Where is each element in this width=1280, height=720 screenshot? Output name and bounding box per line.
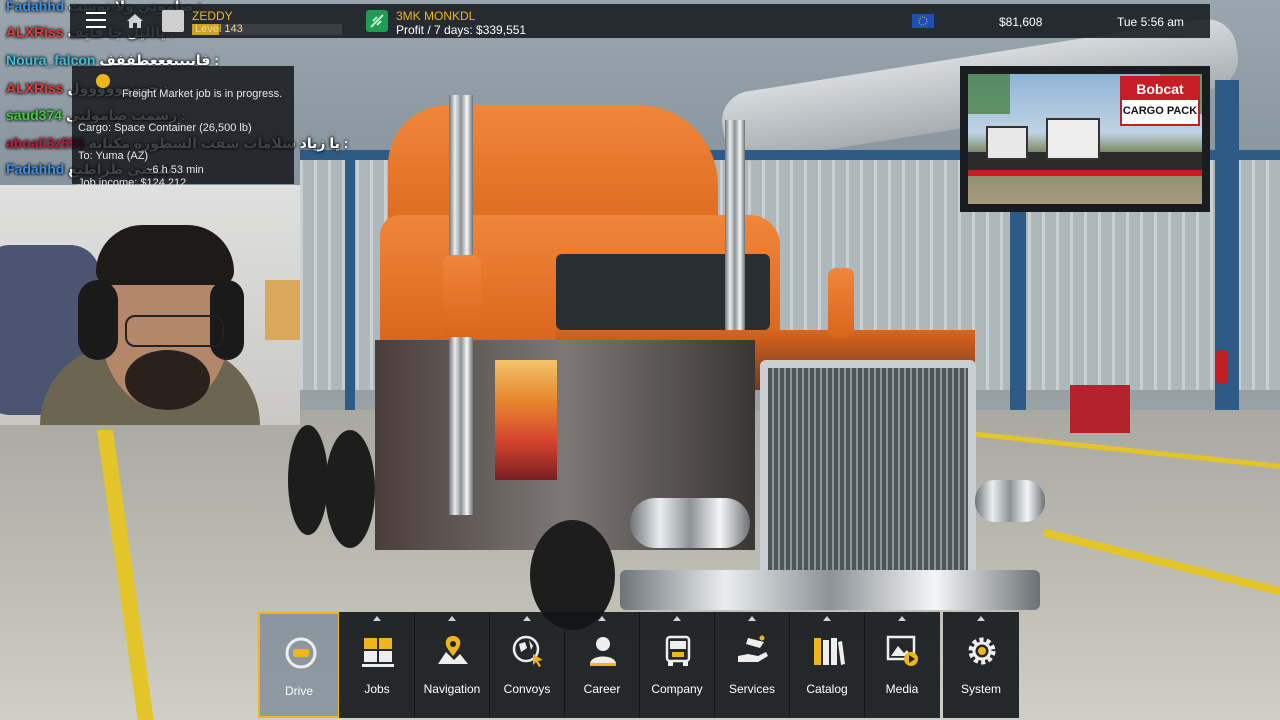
company-name: 3MK MONKDL [396,9,476,23]
map-pin-icon [436,634,470,668]
game-time: Tue 5:56 am [1117,15,1184,29]
truck-grille [760,360,976,596]
dock-item-label: Convoys [503,682,551,696]
rear-tire [288,425,328,535]
dock-item-label: Catalog [806,682,848,696]
main-menu-dock: Drive Jobs Navigation Convoys Career Company S… [258,612,1019,718]
company-logo-icon[interactable] [366,10,388,32]
job-cargo: Cargo: Space Container (26,500 lb) [78,122,252,134]
player-name: ZEDDY [192,9,233,23]
dock-item-label: Drive [284,684,313,698]
hamburger-menu-icon[interactable] [86,12,106,28]
job-status-icon [96,74,110,88]
headlight [630,498,750,548]
dock-item-label: Media [885,682,919,696]
truck-bumper [620,570,1040,610]
dock-item-drive[interactable]: Drive [258,612,340,718]
ad-subtitle: CARGO PACK [1122,105,1198,117]
catalog-books-icon [811,634,845,668]
chat-username: saud374 [6,107,63,123]
side-mirror [443,255,481,337]
player-level: Level 143 [195,23,243,35]
money-balance: $81,608 [999,15,1043,29]
job-eta: ~6 h 53 min [146,164,204,176]
dock-item-media[interactable]: Media [864,612,940,718]
chevron-up-icon [823,616,831,621]
chat-username: Fadahhd [6,0,65,14]
truck-front-icon [661,634,695,668]
webcam-overlay [0,185,300,425]
tool-cabinet [1070,385,1130,433]
beard [125,350,210,410]
rear-tire [325,430,375,548]
dock-item-jobs[interactable]: Jobs [339,612,415,718]
chat-username: ALXRiss [6,24,64,40]
chevron-up-icon [373,616,381,621]
background-shelf [265,280,300,340]
dock-item-services[interactable]: Services [714,612,790,718]
headphones [78,280,118,360]
bobcat-loader [1046,118,1100,160]
ad-brand: Bobcat [1122,78,1198,100]
player-avatar[interactable] [162,10,184,32]
chevron-up-icon [523,616,531,621]
dock-item-label: Navigation [423,682,481,696]
chevron-up-icon [598,616,606,621]
job-destination: To: Yuma (AZ) [78,150,149,162]
dock-item-label: Services [728,682,775,696]
steering-wheel-icon [284,636,318,670]
cargo-boxes-icon [361,634,395,668]
chat-username: Fadahhd [6,161,65,177]
gear-icon [965,634,999,668]
headlight [975,480,1045,522]
job-income: Job income: $124,212 [78,177,187,189]
sunset-decal [495,360,557,480]
globe-convoy-icon [511,634,545,668]
bobcat-loader [986,126,1028,160]
cargo-pack-ad[interactable]: Bobcat CARGO PACK [960,66,1210,212]
job-status: Freight Market job is in progress. [122,88,283,100]
chevron-up-icon [673,616,681,621]
steel-column [345,150,355,410]
side-mirror [828,268,854,338]
fire-extinguisher [1216,350,1228,384]
chevron-up-icon [448,616,456,621]
exhaust-stack [725,120,745,330]
dock-item-catalog[interactable]: Catalog [789,612,865,718]
company-profit: Profit / 7 days: $339,551 [396,23,527,37]
chevron-up-icon [748,616,756,621]
dock-item-convoys[interactable]: Convoys [489,612,565,718]
dock-item-label: System [960,682,1001,696]
dock-item-label: Career [583,682,621,696]
dock-item-navigation[interactable]: Navigation [414,612,490,718]
top-status-bar: ZEDDY Level 143 3MK MONKDL Profit / 7 da… [70,4,1210,38]
dock-item-company[interactable]: Company [639,612,715,718]
dock-item-system[interactable]: System [943,612,1019,718]
streamer-hair [96,225,234,285]
dock-item-label: Company [651,682,703,696]
dock-item-career[interactable]: Career [564,612,640,718]
eu-flag-icon [912,14,934,28]
media-icon [886,634,920,668]
glasses [125,315,224,347]
chevron-up-icon [977,616,985,621]
job-info-panel: Freight Market job is in progress. Cargo… [72,66,294,189]
trailer-stripe [968,170,1202,176]
person-icon [586,634,620,668]
service-hand-icon [736,634,770,668]
home-icon[interactable] [126,13,144,29]
dock-item-label: Jobs [364,682,390,696]
bobcat-logo: Bobcat CARGO PACK [1120,76,1200,126]
chevron-up-icon [898,616,906,621]
chat-username: ALXRiss [6,80,64,96]
